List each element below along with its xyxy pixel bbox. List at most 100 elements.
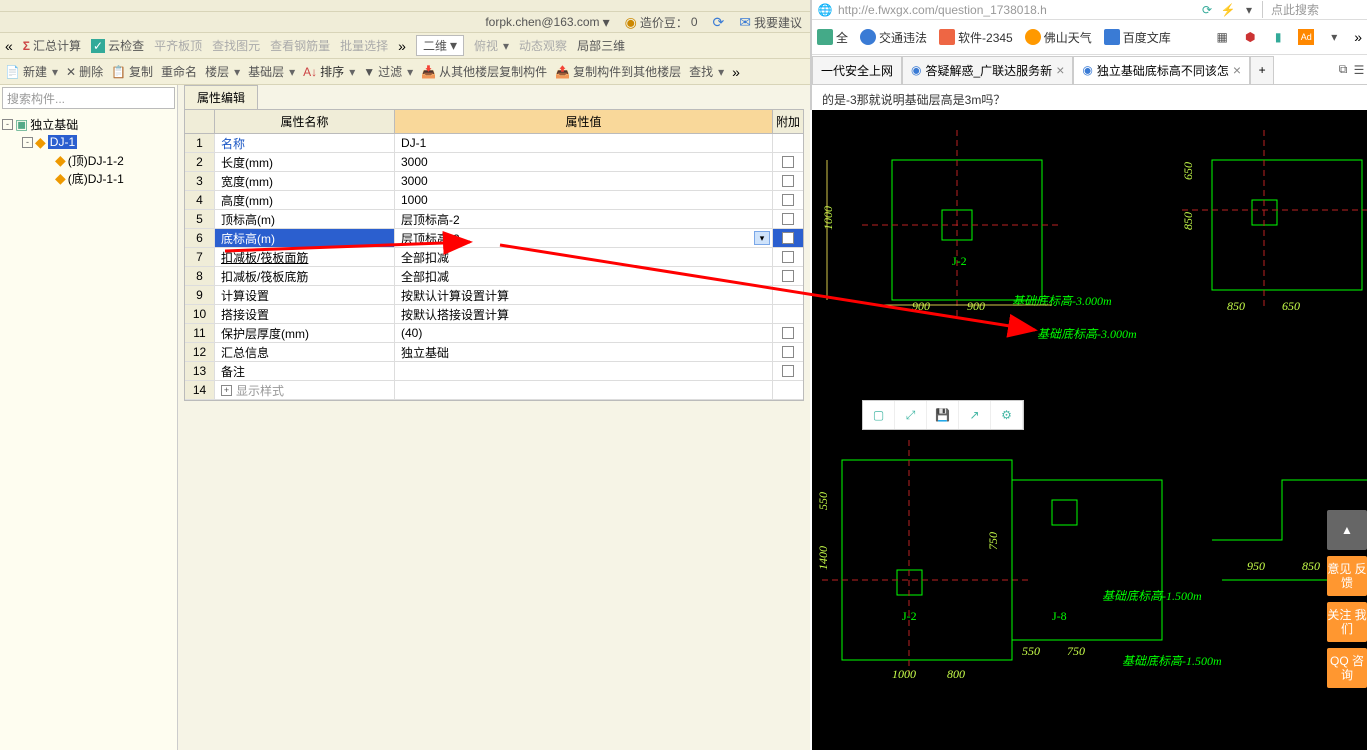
delete-button[interactable]: ✕删除 xyxy=(66,63,103,80)
tree-node-dj1[interactable]: -◆DJ-1 xyxy=(2,133,175,151)
reload-icon[interactable]: ⟳ xyxy=(1199,2,1215,18)
browser-search-input[interactable]: 点此搜索 xyxy=(1262,1,1362,18)
checkbox[interactable] xyxy=(782,251,794,263)
svg-text:850: 850 xyxy=(1181,212,1195,230)
fav-2345[interactable]: 软件-2345 xyxy=(939,29,1013,46)
url-text[interactable]: http://e.fwxgx.com/question_1738018.h xyxy=(838,3,1194,17)
sort-dropdown[interactable]: A↓排序 xyxy=(303,63,355,80)
new-button[interactable]: 📄新建 xyxy=(5,63,58,80)
dropdown-icon[interactable]: ▾ xyxy=(754,231,770,245)
tree-search-input[interactable]: 搜索构件... xyxy=(2,87,175,109)
more-icon[interactable]: » xyxy=(398,38,406,54)
view-rebar-button[interactable]: 查看钢筋量 xyxy=(270,37,330,54)
copy-to-floor-button[interactable]: 📤复制构件到其他楼层 xyxy=(555,63,681,80)
ext-ad-icon[interactable]: Ad xyxy=(1298,29,1314,45)
base-layer-dropdown[interactable]: 基础层 xyxy=(248,63,295,80)
fav-traffic[interactable]: 交通违法 xyxy=(860,29,927,46)
grid-row[interactable]: 9计算设置按默认计算设置计算 xyxy=(185,286,803,305)
fullscreen-icon[interactable]: ⤢ xyxy=(895,401,927,429)
floor-dropdown[interactable]: 楼层 xyxy=(205,63,240,80)
tree-root[interactable]: -▣独立基础 xyxy=(2,115,175,133)
tab-answer[interactable]: ◉答疑解惑_广联达服务新× xyxy=(902,56,1073,84)
overflow-icon[interactable]: » xyxy=(732,64,740,80)
sum-calc-button[interactable]: Σ汇总计算 xyxy=(23,37,81,54)
property-tab[interactable]: 属性编辑 xyxy=(184,85,258,109)
local-3d-button[interactable]: 局部三维 xyxy=(577,37,625,54)
follow-button[interactable]: 关注 我们 xyxy=(1327,602,1367,642)
close-icon[interactable]: × xyxy=(1056,62,1064,78)
orbit-button[interactable]: 动态观察 xyxy=(519,37,567,54)
grid-row[interactable]: 7扣减板/筏板面筋全部扣减 xyxy=(185,248,803,267)
property-grid: 属性名称 属性值 附加 1名称DJ-12长度(mm)30003宽度(mm)300… xyxy=(184,109,804,401)
expand-icon[interactable]: « xyxy=(5,38,13,54)
scroll-top-button[interactable]: ▲ xyxy=(1327,510,1367,550)
app-area: forpk.chen@163.com▾ ◉造价豆：0 ⟳ ✉我要建议 « Σ汇总… xyxy=(0,0,810,750)
lightning-icon[interactable]: ⚡ xyxy=(1220,2,1236,18)
find-element-button[interactable]: 查找图元 xyxy=(212,37,260,54)
grid-row[interactable]: 2长度(mm)3000 xyxy=(185,153,803,172)
align-top-button[interactable]: 平齐板顶 xyxy=(154,37,202,54)
checkbox[interactable] xyxy=(782,213,794,225)
ext-grid-icon[interactable]: ▦ xyxy=(1214,29,1230,45)
new-tab-button[interactable]: + xyxy=(1250,56,1274,84)
tab-foundation[interactable]: ◉独立基础底标高不同该怎× xyxy=(1073,56,1250,84)
grid-row[interactable]: 3宽度(mm)3000 xyxy=(185,172,803,191)
ext-book-icon[interactable]: ▮ xyxy=(1270,29,1286,45)
suggest-button[interactable]: ✉我要建议 xyxy=(739,14,802,31)
feedback-button[interactable]: 意见 反馈 xyxy=(1327,556,1367,596)
fav-weather[interactable]: 佛山天气 xyxy=(1025,29,1092,46)
ext-shield-icon[interactable]: ⬢ xyxy=(1242,29,1258,45)
grid-row[interactable]: 14+显示样式 xyxy=(185,381,803,400)
tab-safe[interactable]: 一代安全上网 xyxy=(812,56,902,84)
save-icon[interactable]: 💾 xyxy=(927,401,959,429)
rename-button[interactable]: 重命名 xyxy=(161,63,197,80)
ext-overflow-icon[interactable]: » xyxy=(1354,29,1362,45)
copy-button[interactable]: 📋复制 xyxy=(111,63,153,80)
qq-button[interactable]: QQ 咨询 xyxy=(1327,648,1367,688)
grid-row[interactable]: 1名称DJ-1 xyxy=(185,134,803,153)
cad-viewport[interactable]: J-2 1000 900 900 基础底标高-3.000m 基础底标高-3.00… xyxy=(812,110,1367,750)
fav-safe[interactable]: 全 xyxy=(817,29,848,46)
tab-list-icon[interactable]: ☰ xyxy=(1351,62,1367,78)
grid-row[interactable]: 5顶标高(m)层顶标高-2 xyxy=(185,210,803,229)
checkbox[interactable] xyxy=(782,365,794,377)
tree-node-bottom[interactable]: ◆(底)DJ-1-1 xyxy=(2,169,175,187)
view-2d-dropdown[interactable]: 二维▾ xyxy=(416,35,464,56)
tab-restore-icon[interactable]: ⧉ xyxy=(1335,62,1351,78)
cad-drawing: J-2 1000 900 900 基础底标高-3.000m 基础底标高-3.00… xyxy=(812,110,1367,750)
grid-row[interactable]: 13备注 xyxy=(185,362,803,381)
svg-text:基础底标高-3.000m: 基础底标高-3.000m xyxy=(1037,327,1137,341)
checkbox[interactable] xyxy=(782,175,794,187)
svg-text:750: 750 xyxy=(1067,644,1085,658)
grid-row[interactable]: 6底标高(m)层顶标高-3▾ xyxy=(185,229,803,248)
beans-counter[interactable]: ◉造价豆：0 xyxy=(625,14,698,31)
batch-select-button[interactable]: 批量选择 xyxy=(340,37,388,54)
grid-row[interactable]: 12汇总信息独立基础 xyxy=(185,343,803,362)
checkbox[interactable] xyxy=(782,270,794,282)
cloud-check-button[interactable]: ✓云检查 xyxy=(91,37,144,54)
user-email[interactable]: forpk.chen@163.com▾ xyxy=(485,14,609,31)
refresh-icon[interactable]: ⟳ xyxy=(713,14,725,31)
checkbox[interactable] xyxy=(782,346,794,358)
search-dropdown[interactable]: 查找 xyxy=(689,63,724,80)
ext-more-icon[interactable]: ▾ xyxy=(1326,29,1342,45)
grid-row[interactable]: 10搭接设置按默认搭接设置计算 xyxy=(185,305,803,324)
checkbox[interactable] xyxy=(782,194,794,206)
checkbox[interactable] xyxy=(782,327,794,339)
dropdown-icon[interactable]: ▾ xyxy=(1241,2,1257,18)
fav-wenku[interactable]: 百度文库 xyxy=(1104,29,1171,46)
filter-dropdown[interactable]: ▼过滤 xyxy=(363,63,413,80)
grid-row[interactable]: 11保护层厚度(mm)(40) xyxy=(185,324,803,343)
grid-row[interactable]: 4高度(mm)1000 xyxy=(185,191,803,210)
copy-from-floor-button[interactable]: 📥从其他楼层复制构件 xyxy=(421,63,547,80)
tree-node-top[interactable]: ◆(顶)DJ-1-2 xyxy=(2,151,175,169)
browser-tabs: 一代安全上网 ◉答疑解惑_广联达服务新× ◉独立基础底标高不同该怎× + ⧉ ☰ xyxy=(812,55,1367,85)
top-view-button[interactable]: 俯视 xyxy=(474,37,509,54)
checkbox[interactable] xyxy=(782,156,794,168)
grid-row[interactable]: 8扣减板/筏板底筋全部扣减 xyxy=(185,267,803,286)
checkbox[interactable] xyxy=(782,232,794,244)
close-icon[interactable]: × xyxy=(1233,62,1241,78)
gear-icon[interactable]: ⚙ xyxy=(991,401,1023,429)
share-icon[interactable]: ↗ xyxy=(959,401,991,429)
fit-icon[interactable]: ▢ xyxy=(863,401,895,429)
